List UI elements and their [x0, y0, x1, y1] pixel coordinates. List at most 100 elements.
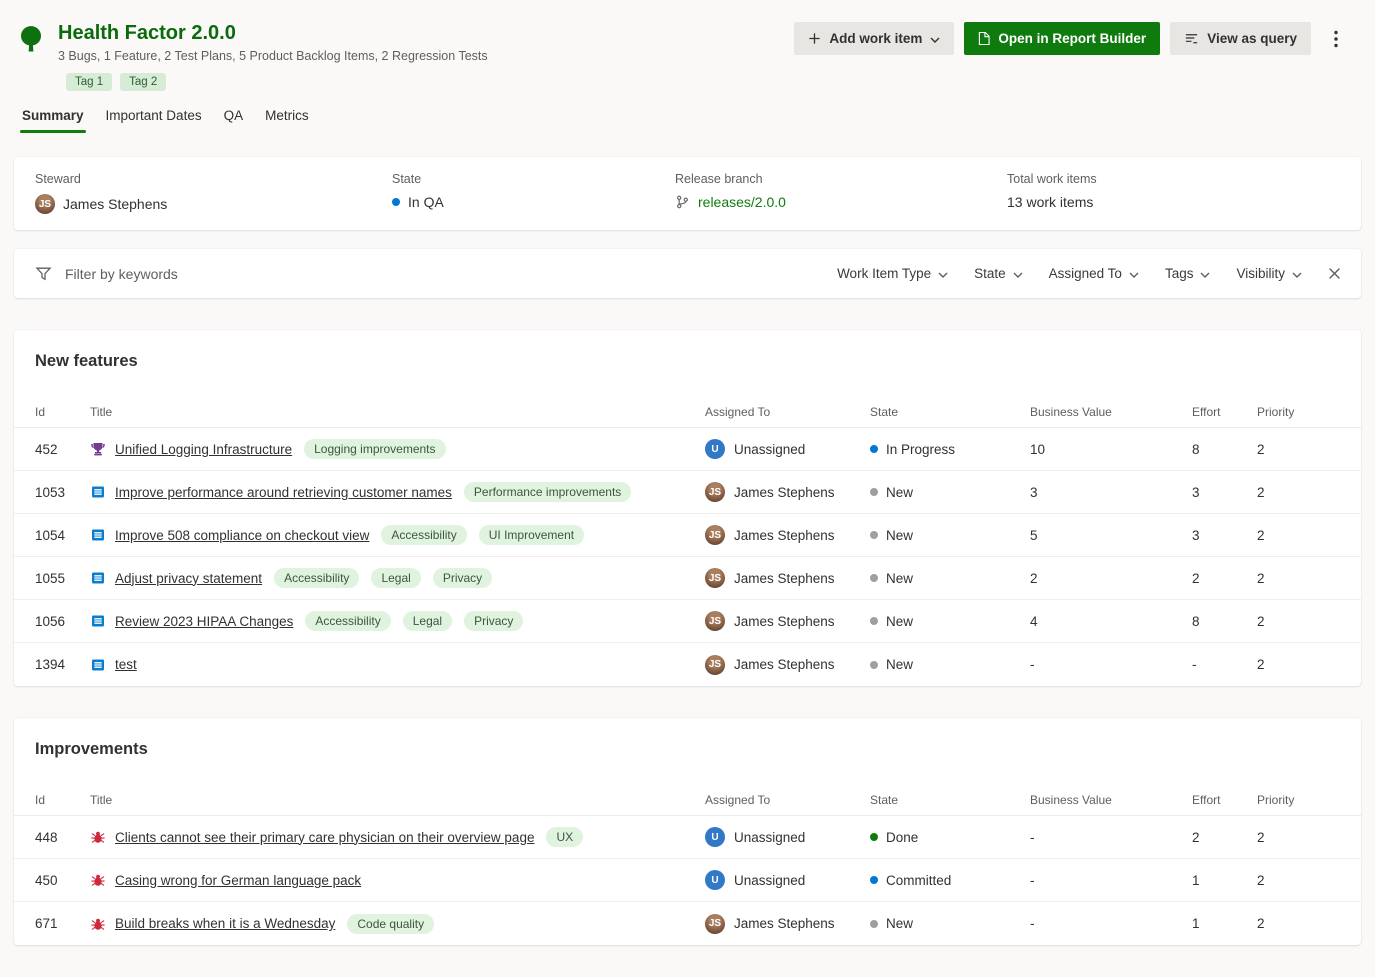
state-label: State [392, 172, 675, 186]
filter-assigned-to[interactable]: Assigned To [1049, 266, 1139, 281]
effort-cell: 2 [1192, 571, 1257, 586]
page-title: Health Factor 2.0.0 [58, 22, 488, 45]
work-item-link[interactable]: Improve 508 compliance on checkout view [115, 528, 369, 543]
work-item-tag: Privacy [464, 611, 523, 631]
work-item-title-cell: Improve performance around retrieving cu… [90, 482, 705, 502]
clear-filters-button[interactable] [1324, 263, 1345, 284]
business-value-cell: 10 [1030, 442, 1192, 457]
table-row: 452Unified Logging InfrastructureLogging… [14, 428, 1361, 471]
tab-qa[interactable]: QA [222, 103, 246, 133]
state-label: New [886, 528, 913, 543]
release-branch-link[interactable]: releases/2.0.0 [698, 194, 786, 210]
open-report-builder-button[interactable]: Open in Report Builder [964, 22, 1160, 55]
priority-cell: 2 [1257, 916, 1341, 931]
chevron-down-icon [938, 272, 948, 278]
assigned-to-cell: UUnassigned [705, 439, 870, 459]
tab-important-dates[interactable]: Important Dates [104, 103, 204, 133]
bug-icon [90, 916, 106, 932]
filter-work-item-type[interactable]: Work Item Type [837, 266, 948, 281]
work-item-tag: Accessibility [274, 568, 359, 588]
work-item-id: 1053 [35, 485, 90, 500]
filter-visibility[interactable]: Visibility [1236, 266, 1302, 281]
state-dot [870, 445, 878, 453]
business-value-cell: 5 [1030, 528, 1192, 543]
assigned-to-cell: JSJames Stephens [705, 482, 870, 502]
work-item-id: 1056 [35, 614, 90, 629]
tab-summary[interactable]: Summary [20, 103, 86, 133]
work-item-tag: Performance improvements [464, 482, 631, 502]
work-item-counts: 3 Bugs, 1 Feature, 2 Test Plans, 5 Produ… [58, 49, 488, 63]
chevron-down-icon [930, 37, 940, 43]
column-header-effort: Effort [1192, 405, 1257, 419]
table-row: 1056Review 2023 HIPAA ChangesAccessibili… [14, 600, 1361, 643]
more-options-button[interactable] [1321, 22, 1351, 55]
work-item-title-cell: Review 2023 HIPAA ChangesAccessibilityLe… [90, 611, 705, 631]
header-tags: Tag 1Tag 2 [66, 73, 488, 91]
filter-tags[interactable]: Tags [1165, 266, 1211, 281]
business-value-cell: - [1030, 657, 1192, 672]
assignee-name: James Stephens [734, 571, 835, 586]
close-icon [1328, 267, 1341, 280]
work-item-link[interactable]: Review 2023 HIPAA Changes [115, 614, 293, 629]
work-item-link[interactable]: Unified Logging Infrastructure [115, 442, 292, 457]
steward-value: James Stephens [63, 196, 167, 212]
work-item-link[interactable]: Casing wrong for German language pack [115, 873, 361, 888]
avatar: U [705, 439, 725, 459]
priority-cell: 2 [1257, 830, 1341, 845]
column-header-business-value: Business Value [1030, 405, 1192, 419]
avatar: JS [705, 568, 725, 588]
state-cell: New [870, 528, 1030, 543]
business-value-cell: - [1030, 873, 1192, 888]
state-dot [870, 574, 878, 582]
avatar: JS [705, 655, 725, 675]
improvements-section: Improvements IdTitleAssigned ToStateBusi… [14, 718, 1361, 945]
work-item-link[interactable]: test [115, 657, 137, 672]
new-features-section: New features IdTitleAssigned ToStateBusi… [14, 330, 1361, 686]
work-item-link[interactable]: Build breaks when it is a Wednesday [115, 916, 335, 931]
assignee-name: James Stephens [734, 528, 835, 543]
tab-metrics[interactable]: Metrics [263, 103, 311, 133]
assignee-name: James Stephens [734, 657, 835, 672]
chevron-down-icon [1292, 272, 1302, 278]
header-actions: Add work item Open in Report Builder Vie… [794, 22, 1351, 55]
effort-cell: 1 [1192, 873, 1257, 888]
work-item-link[interactable]: Improve performance around retrieving cu… [115, 485, 452, 500]
filter-bar: Work Item Type State Assigned To Tags Visibi… [14, 249, 1361, 298]
effort-cell: 3 [1192, 528, 1257, 543]
feature-trophy-icon [90, 441, 106, 457]
table-row: 450Casing wrong for German language pack… [14, 859, 1361, 902]
filter-dropdown-label: Work Item Type [837, 266, 931, 281]
work-item-tag: Code quality [347, 914, 434, 934]
work-item-tag: Accessibility [381, 525, 466, 545]
state-block: State In QA [392, 172, 675, 230]
priority-cell: 2 [1257, 442, 1341, 457]
assignee-name: Unassigned [734, 873, 805, 888]
add-work-item-button[interactable]: Add work item [794, 22, 954, 55]
work-item-title-cell: Build breaks when it is a Wednesday Code … [90, 914, 705, 934]
section-title: New features [35, 352, 1361, 371]
work-item-id: 448 [35, 830, 90, 845]
state-label: New [886, 571, 913, 586]
column-header-priority: Priority [1257, 405, 1341, 419]
effort-cell: 1 [1192, 916, 1257, 931]
state-cell: New [870, 916, 1030, 931]
view-as-query-button[interactable]: View as query [1170, 22, 1311, 55]
filter-state[interactable]: State [974, 266, 1023, 281]
assigned-to-cell: JSJames Stephens [705, 525, 870, 545]
work-item-title-cell: Clients cannot see their primary care ph… [90, 827, 705, 847]
business-value-cell: - [1030, 916, 1192, 931]
state-label: New [886, 485, 913, 500]
work-item-link[interactable]: Clients cannot see their primary care ph… [115, 830, 534, 845]
keyword-filter-input[interactable] [63, 265, 837, 283]
work-item-link[interactable]: Adjust privacy statement [115, 571, 262, 586]
backlog-item-icon [90, 657, 106, 673]
total-work-items-block: Total work items 13 work items [1007, 172, 1341, 230]
state-cell: New [870, 614, 1030, 629]
column-header-id: Id [35, 405, 90, 419]
priority-cell: 2 [1257, 614, 1341, 629]
table-row: 448 Clients cannot see their primary care… [14, 816, 1361, 859]
effort-cell: 3 [1192, 485, 1257, 500]
summary-state-dot [392, 198, 400, 206]
state-cell: Done [870, 830, 1030, 845]
column-header-priority: Priority [1257, 793, 1341, 807]
